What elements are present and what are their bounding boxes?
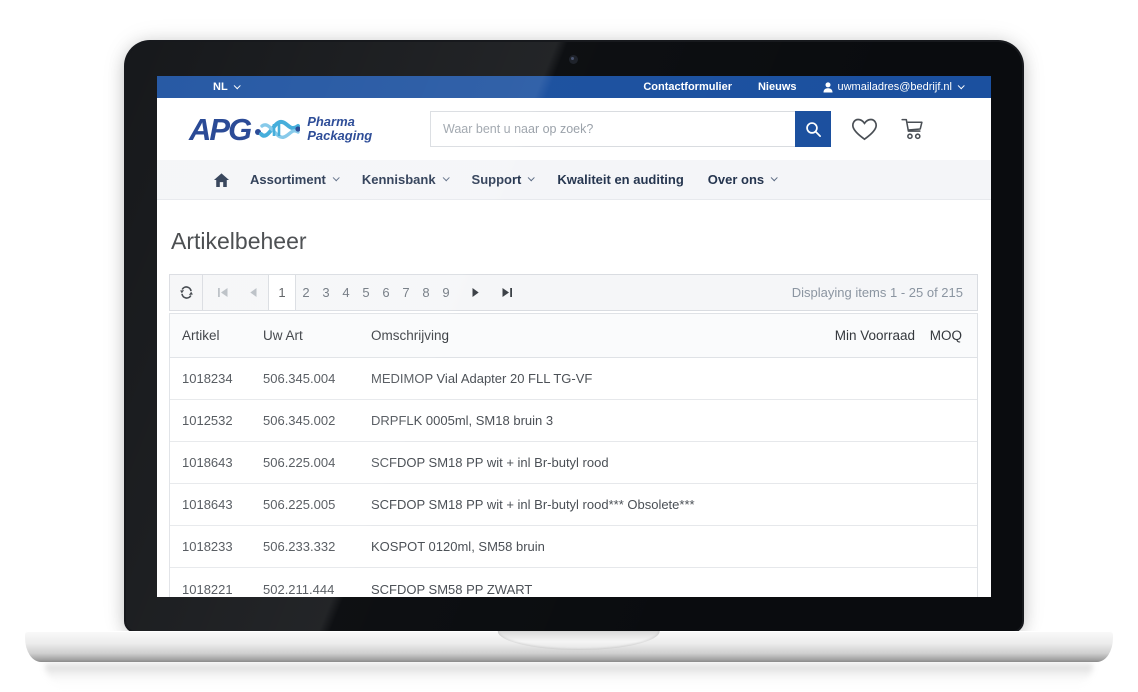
utility-topbar: NL Contactformulier Nieuws uwmailadres@b… bbox=[157, 76, 991, 98]
dna-helix-icon bbox=[254, 112, 300, 146]
cell-artikel: 1018643 bbox=[170, 455, 263, 470]
contactformulier-link[interactable]: Contactformulier bbox=[643, 81, 732, 93]
language-label: NL bbox=[213, 81, 228, 93]
column-header-moq[interactable]: MOQ bbox=[915, 328, 977, 343]
page-number-current[interactable]: 1 bbox=[268, 275, 296, 310]
chevron-down-icon bbox=[528, 174, 535, 181]
table-row[interactable]: 1012532 506.345.002 DRPFLK 0005ml, SM18 … bbox=[170, 400, 977, 442]
column-header-min-voorraad[interactable]: Min Voorraad bbox=[805, 328, 915, 343]
next-page-icon bbox=[471, 287, 480, 298]
laptop-lid-notch bbox=[498, 631, 660, 650]
home-icon bbox=[213, 172, 230, 188]
search-input[interactable] bbox=[430, 111, 795, 147]
table-row[interactable]: 1018234 506.345.004 MEDIMOP Vial Adapter… bbox=[170, 358, 977, 400]
column-header-uw-art[interactable]: Uw Art bbox=[263, 328, 371, 343]
laptop-mockup: NL Contactformulier Nieuws uwmailadres@b… bbox=[0, 0, 1138, 692]
main-content: Artikelbeheer bbox=[157, 228, 991, 597]
account-email: uwmailadres@bedrijf.nl bbox=[838, 81, 953, 93]
cell-artikel: 1018643 bbox=[170, 497, 263, 512]
last-page-icon bbox=[501, 287, 513, 298]
user-icon bbox=[823, 82, 833, 93]
article-table: Artikel Uw Art Omschrijving Min Voorraad… bbox=[169, 313, 978, 597]
search-bar bbox=[430, 111, 831, 147]
table-row[interactable]: 1018221 502.211.444 SCFDOP SM58 PP ZWART bbox=[170, 568, 977, 597]
chevron-down-icon bbox=[442, 174, 449, 181]
page-title: Artikelbeheer bbox=[171, 228, 978, 255]
column-header-artikel[interactable]: Artikel bbox=[170, 328, 263, 343]
previous-page-button[interactable] bbox=[238, 275, 268, 310]
webcam-dot bbox=[569, 55, 578, 64]
cell-artikel: 1018221 bbox=[170, 582, 263, 597]
table-header-row: Artikel Uw Art Omschrijving Min Voorraad… bbox=[170, 313, 977, 358]
laptop-screen-bezel: NL Contactformulier Nieuws uwmailadres@b… bbox=[126, 42, 1022, 631]
page-number-button[interactable]: 3 bbox=[316, 275, 336, 310]
cell-omschrijving: SCFDOP SM58 PP ZWART bbox=[371, 582, 805, 597]
site-header: APG Pharma Packaging bbox=[157, 98, 991, 160]
table-row[interactable]: 1018643 506.225.004 SCFDOP SM18 PP wit +… bbox=[170, 442, 977, 484]
cell-uw-art: 506.225.004 bbox=[263, 455, 371, 470]
nav-item-kennisbank[interactable]: Kennisbank bbox=[362, 172, 448, 187]
logo-apg-text: APG bbox=[189, 114, 250, 145]
nav-item-over-ons[interactable]: Over ons bbox=[708, 172, 776, 187]
refresh-button[interactable] bbox=[170, 275, 203, 310]
page-number-button[interactable]: 6 bbox=[376, 275, 396, 310]
chevron-down-icon bbox=[958, 82, 965, 89]
nav-item-assortiment[interactable]: Assortiment bbox=[250, 172, 338, 187]
cell-artikel: 1018234 bbox=[170, 371, 263, 386]
chevron-down-icon bbox=[233, 82, 240, 89]
paging-status-text: Displaying items 1 - 25 of 215 bbox=[792, 285, 963, 300]
website-viewport: NL Contactformulier Nieuws uwmailadres@b… bbox=[157, 76, 991, 597]
page-number-button[interactable]: 9 bbox=[436, 275, 456, 310]
nav-items: Assortiment Kennisbank Support Kwaliteit… bbox=[250, 172, 800, 187]
next-page-button[interactable] bbox=[460, 275, 490, 310]
table-row[interactable]: 1018643 506.225.005 SCFDOP SM18 PP wit +… bbox=[170, 484, 977, 526]
page-number-button[interactable]: 4 bbox=[336, 275, 356, 310]
page-number-button[interactable]: 5 bbox=[356, 275, 376, 310]
nav-item-kwaliteit-en-auditing[interactable]: Kwaliteit en auditing bbox=[557, 172, 683, 187]
cell-artikel: 1018233 bbox=[170, 539, 263, 554]
language-selector[interactable]: NL bbox=[213, 81, 239, 93]
first-page-icon bbox=[217, 287, 229, 298]
search-button[interactable] bbox=[795, 111, 831, 147]
account-menu[interactable]: uwmailadres@bedrijf.nl bbox=[823, 81, 964, 93]
table-row[interactable]: 1018233 506.233.332 KOSPOT 0120ml, SM58 … bbox=[170, 526, 977, 568]
last-page-button[interactable] bbox=[490, 275, 524, 310]
cell-uw-art: 506.345.004 bbox=[263, 371, 371, 386]
nav-item-support[interactable]: Support bbox=[472, 172, 534, 187]
heart-icon bbox=[851, 116, 878, 141]
previous-page-icon bbox=[249, 287, 258, 298]
chevron-down-icon bbox=[333, 174, 340, 181]
cart-icon bbox=[898, 116, 925, 142]
cell-omschrijving: DRPFLK 0005ml, SM18 bruin 3 bbox=[371, 413, 805, 428]
page-number-button[interactable]: 7 bbox=[396, 275, 416, 310]
search-icon bbox=[805, 121, 822, 138]
main-navbar: Assortiment Kennisbank Support Kwaliteit… bbox=[157, 160, 991, 200]
page-number-button[interactable]: 2 bbox=[296, 275, 316, 310]
table-body: 1018234 506.345.004 MEDIMOP Vial Adapter… bbox=[170, 358, 977, 597]
first-page-button[interactable] bbox=[207, 275, 238, 310]
chevron-down-icon bbox=[771, 174, 778, 181]
cell-uw-art: 506.225.005 bbox=[263, 497, 371, 512]
apg-logo[interactable]: APG Pharma Packaging bbox=[189, 112, 372, 146]
cell-uw-art: 506.345.002 bbox=[263, 413, 371, 428]
cell-omschrijving: SCFDOP SM18 PP wit + inl Br-butyl rood**… bbox=[371, 497, 805, 512]
page-number-list: 123456789 bbox=[268, 275, 456, 310]
laptop-reflection bbox=[45, 664, 1093, 688]
cell-uw-art: 506.233.332 bbox=[263, 539, 371, 554]
cell-omschrijving: KOSPOT 0120ml, SM58 bruin bbox=[371, 539, 805, 554]
cell-artikel: 1012532 bbox=[170, 413, 263, 428]
cart-button[interactable] bbox=[898, 116, 925, 147]
nieuws-link[interactable]: Nieuws bbox=[758, 81, 797, 93]
wishlist-button[interactable] bbox=[851, 116, 878, 146]
page-number-button[interactable]: 8 bbox=[416, 275, 436, 310]
pagination-toolbar: 123456789 Displaying items 1 - 25 of 215 bbox=[169, 274, 978, 311]
refresh-icon bbox=[179, 285, 194, 300]
column-header-omschrijving[interactable]: Omschrijving bbox=[371, 328, 805, 343]
home-nav-button[interactable] bbox=[213, 172, 230, 188]
cell-omschrijving: SCFDOP SM18 PP wit + inl Br-butyl rood bbox=[371, 455, 805, 470]
cell-uw-art: 502.211.444 bbox=[263, 582, 371, 597]
laptop-base bbox=[25, 631, 1113, 662]
cell-omschrijving: MEDIMOP Vial Adapter 20 FLL TG-VF bbox=[371, 371, 805, 386]
logo-subtitle: Pharma Packaging bbox=[307, 115, 372, 142]
